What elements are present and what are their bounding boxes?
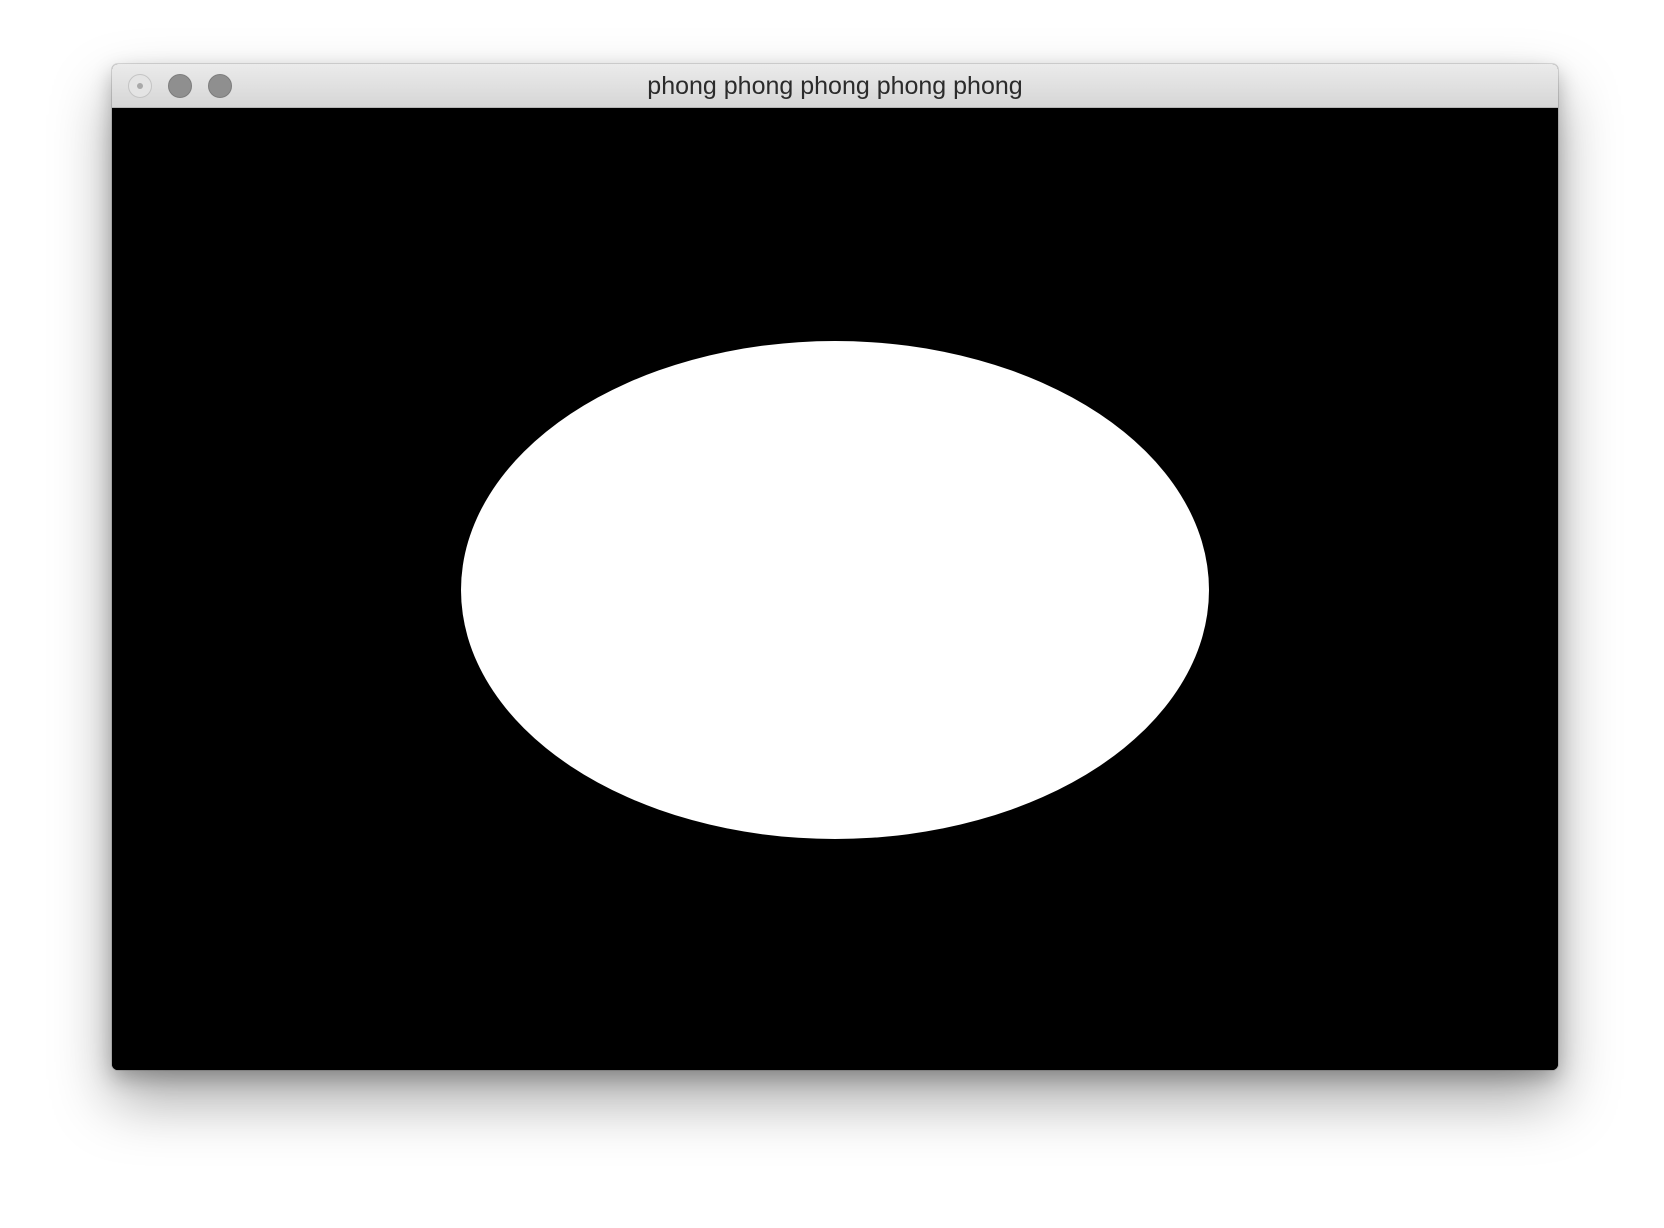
rendered-ellipse	[461, 341, 1209, 839]
render-canvas[interactable]	[112, 108, 1558, 1070]
window-title: phong phong phong phong phong	[647, 72, 1023, 100]
app-window: phong phong phong phong phong	[112, 64, 1558, 1070]
title-bar[interactable]: phong phong phong phong phong	[112, 64, 1558, 108]
render-surface	[112, 108, 1558, 1070]
